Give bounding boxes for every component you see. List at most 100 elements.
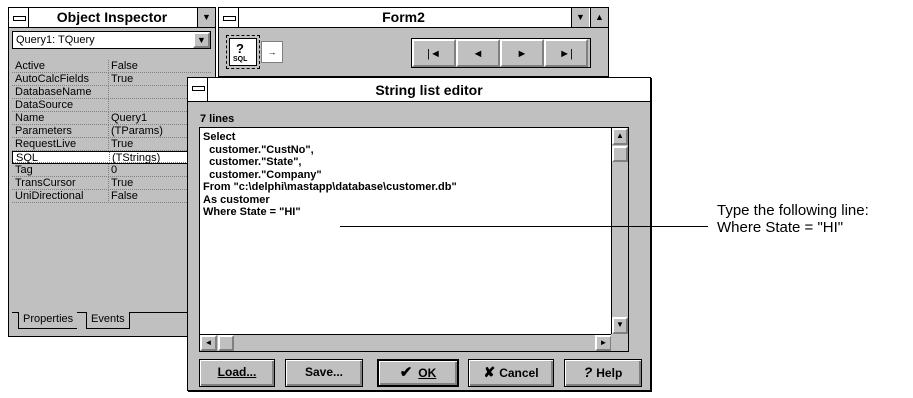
property-value[interactable]: 0: [111, 164, 117, 177]
property-name: DataSource: [15, 99, 74, 111]
property-row[interactable]: Tag 0: [12, 164, 211, 177]
column-separator: [108, 125, 109, 138]
cancel-button[interactable]: ✘ Cancel: [468, 359, 554, 387]
property-row[interactable]: UniDirectional False: [12, 190, 211, 203]
help-button[interactable]: ? Help: [564, 359, 642, 387]
property-value[interactable]: Query1: [111, 112, 147, 125]
column-separator: [108, 99, 109, 112]
prior-record-button[interactable]: ◄: [456, 39, 500, 67]
property-row[interactable]: Name Query1: [12, 112, 211, 125]
scrollbar-corner: [611, 334, 628, 351]
horizontal-scroll-thumb[interactable]: [218, 335, 234, 351]
system-menu-icon[interactable]: [219, 8, 239, 27]
property-name: DatabaseName: [15, 86, 92, 98]
dropdown-arrow-icon[interactable]: ▼: [193, 32, 210, 48]
property-value[interactable]: True: [111, 73, 133, 86]
string-list-editor-titlebar[interactable]: String list editor: [188, 78, 650, 102]
object-inspector-window: Object Inspector ▼ Query1: TQuery ▼ Acti…: [8, 7, 216, 337]
object-inspector-title: Object Inspector: [56, 9, 168, 25]
property-name: UniDirectional: [15, 190, 84, 202]
inspector-tabs: Properties Events: [12, 312, 211, 332]
property-value[interactable]: False: [111, 190, 138, 203]
property-name: AutoCalcFields: [15, 73, 89, 85]
save-button[interactable]: Save...: [285, 359, 363, 387]
callout-leader-line: [340, 226, 708, 227]
vertical-scrollbar[interactable]: ▲ ▼: [611, 128, 628, 334]
column-separator: [108, 60, 109, 73]
column-separator: [109, 152, 110, 163]
horizontal-scrollbar[interactable]: ◄ ►: [200, 334, 612, 351]
callout-line-1: Type the following line:: [717, 202, 869, 219]
scroll-left-button[interactable]: ◄: [200, 335, 217, 351]
tab-events-label: Events: [91, 313, 125, 325]
object-selector-value: Query1: TQuery: [16, 34, 95, 46]
column-separator: [108, 190, 109, 203]
property-row[interactable]: DataSource: [12, 99, 211, 112]
save-button-label: Save...: [304, 365, 344, 379]
tab-properties[interactable]: Properties: [18, 312, 78, 329]
memo-text-area[interactable]: Select customer."CustNo", customer."Stat…: [203, 131, 457, 219]
callout-line-2: Where State = "HI": [717, 219, 844, 236]
help-question-icon: ?: [583, 364, 593, 380]
property-name: Active: [15, 60, 45, 72]
property-value[interactable]: False: [111, 60, 138, 73]
vertical-scroll-thumb[interactable]: [612, 146, 628, 162]
memo-line: customer."State",: [203, 156, 302, 168]
column-separator: [108, 164, 109, 177]
next-record-button[interactable]: ►: [500, 39, 544, 67]
property-value[interactable]: True: [111, 138, 133, 151]
string-list-editor-title: String list editor: [375, 82, 483, 98]
sql-memo[interactable]: Select customer."CustNo", customer."Stat…: [199, 127, 629, 352]
property-name: Parameters: [15, 125, 72, 137]
property-row[interactable]: TransCursor True: [12, 177, 211, 190]
property-row[interactable]: Active False: [12, 60, 211, 73]
property-name: Tag: [15, 164, 33, 176]
property-grid: Active False AutoCalcFields True DatabaseNam…: [12, 60, 211, 305]
memo-line: Where State = "HI": [203, 206, 301, 218]
property-value[interactable]: (TParams): [111, 125, 163, 138]
object-inspector-titlebar[interactable]: Object Inspector ▼: [9, 8, 215, 28]
callout-text: Type the following line: Where State = "…: [717, 202, 869, 236]
form2-titlebar[interactable]: Form2 ▼ ▲: [219, 8, 608, 28]
property-row[interactable]: SQL (TStrings): [12, 151, 211, 164]
minimize-button[interactable]: ▼: [571, 8, 589, 27]
db-navigator: |◄ ◄ ► ►|: [411, 38, 591, 68]
load-button-label: Load...: [217, 365, 257, 379]
property-value[interactable]: True: [111, 177, 133, 190]
last-record-button[interactable]: ►|: [544, 39, 588, 67]
system-menu-icon[interactable]: [9, 8, 29, 27]
minimize-button[interactable]: ▼: [197, 8, 215, 27]
line-count-label: 7 lines: [200, 113, 235, 125]
update-component-icon[interactable]: →: [261, 41, 283, 63]
memo-line: customer."Company": [203, 168, 322, 181]
string-list-editor-dialog: String list editor 7 lines Select custom…: [187, 77, 651, 391]
property-row[interactable]: Parameters (TParams): [12, 125, 211, 138]
ok-button-label: OK: [418, 366, 437, 380]
tab-properties-label: Properties: [23, 313, 74, 325]
load-button[interactable]: Load...: [199, 359, 275, 387]
property-row[interactable]: AutoCalcFields True: [12, 73, 211, 86]
first-record-button[interactable]: |◄: [412, 39, 456, 67]
memo-line: From "c:\delphi\mastapp\database\custome…: [203, 181, 457, 193]
property-name: TransCursor: [15, 177, 76, 189]
property-row[interactable]: DatabaseName: [12, 86, 211, 99]
scroll-down-button[interactable]: ▼: [612, 317, 628, 334]
scroll-right-button[interactable]: ►: [595, 335, 612, 351]
scroll-up-button[interactable]: ▲: [612, 128, 628, 145]
system-menu-icon[interactable]: [188, 78, 208, 101]
dialog-buttons: Load... Save... ✔ OK ✘ Cancel ? Help: [199, 359, 643, 387]
property-row[interactable]: RequestLive True: [12, 138, 211, 151]
cancel-x-icon: ✘: [483, 364, 496, 380]
column-separator: [108, 86, 109, 99]
property-name: RequestLive: [15, 138, 77, 150]
column-separator: [108, 177, 109, 190]
column-separator: [108, 112, 109, 125]
column-separator: [108, 73, 109, 86]
ok-button[interactable]: ✔ OK: [377, 359, 459, 387]
help-button-label: Help: [596, 366, 623, 380]
maximize-button[interactable]: ▲: [590, 8, 608, 27]
tab-events[interactable]: Events: [86, 312, 130, 329]
cancel-button-label: Cancel: [499, 366, 539, 380]
memo-line: As customer: [203, 193, 270, 206]
object-selector[interactable]: Query1: TQuery ▼: [12, 31, 211, 49]
